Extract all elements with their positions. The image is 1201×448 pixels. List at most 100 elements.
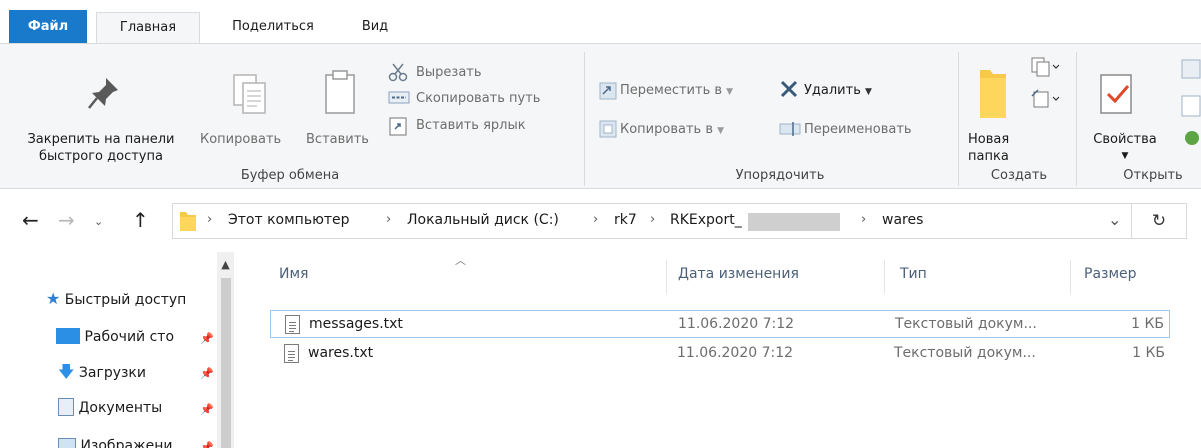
move-to-icon [599, 82, 617, 100]
chevron-down-icon: ▼ [1121, 151, 1129, 161]
ribbon-separator [584, 52, 585, 186]
nav-item-downloads[interactable]: 🡇 Загрузки [58, 359, 146, 385]
pinned-icon: 📌 [200, 367, 214, 380]
file-type: Текстовый докум... [894, 345, 1036, 361]
nav-item-label: Загрузки [78, 365, 146, 381]
ribbon: Закрепить на панели быстрого доступа Коп… [0, 43, 1201, 189]
delete-x-icon [780, 80, 798, 98]
pinned-icon: 📌 [200, 332, 214, 345]
pin-icon [88, 78, 118, 109]
nav-pane-scrollbar[interactable]: ▲ [217, 252, 234, 448]
address-bar[interactable]: › Этот компьютер › Локальный диск (C:) ›… [172, 203, 1132, 239]
scissors-icon [388, 63, 408, 82]
ribbon-separator [1076, 52, 1077, 186]
breadcrumb-separator-icon: › [207, 212, 213, 227]
rename-icon [779, 122, 801, 136]
tab-home[interactable]: Главная [96, 12, 200, 44]
rename-label: Переименовать [804, 122, 912, 137]
file-type: Текстовый докум... [895, 316, 1037, 332]
column-header-name[interactable]: Имя [279, 266, 308, 282]
open-group-label: Открыть [1123, 168, 1183, 183]
navigation-pane: ★ Быстрый доступ Рабочий сто 📌 🡇 Загрузк… [0, 252, 230, 448]
chevron-down-icon: ▼ [865, 87, 872, 97]
address-dropdown-chevron-icon[interactable]: ⌄ [1108, 210, 1121, 229]
column-divider[interactable] [1070, 260, 1071, 294]
pinned-icon: 📌 [200, 441, 214, 448]
forward-arrow-icon[interactable]: → [58, 208, 75, 232]
copy-icon [233, 74, 266, 114]
move-to-label: Переместить в [620, 83, 723, 98]
column-header-date-modified[interactable]: Дата изменения [678, 266, 799, 282]
file-date: 11.06.2020 7:12 [677, 345, 794, 361]
chevron-down-icon: ▼ [726, 87, 734, 97]
breadcrumb-separator-icon: › [861, 212, 867, 227]
nav-item-label: Документы [78, 400, 163, 416]
tab-file[interactable]: Файл [9, 10, 87, 44]
scrollbar-thumb[interactable] [221, 278, 231, 448]
up-arrow-icon[interactable]: ↑ [132, 208, 149, 232]
file-size: 1 КБ [1132, 345, 1165, 361]
file-size: 1 КБ [1131, 316, 1164, 332]
nav-item-quick-access[interactable]: ★ Быстрый доступ [46, 286, 186, 312]
ribbon-separator [958, 52, 959, 186]
copy-to-icon [599, 120, 617, 138]
breadcrumb-rk7[interactable]: rk7 [614, 212, 637, 228]
nav-item-label: Рабочий сто [84, 329, 175, 345]
pin-label-line2: быстрого доступа [39, 149, 163, 164]
documents-icon [58, 398, 74, 416]
column-header-type[interactable]: Тип [900, 266, 927, 282]
table-row[interactable]: wares.txt 11.06.2020 7:12 Текстовый доку… [270, 340, 1170, 368]
open-icon [1181, 59, 1201, 145]
navigation-bar: ← → ⌄ ↑ › Этот компьютер › Локальный дис… [0, 190, 1201, 252]
easy-access-icon [1031, 89, 1060, 108]
nav-item-desktop[interactable]: Рабочий сто [56, 324, 174, 350]
pinned-icon: 📌 [200, 403, 214, 416]
file-date: 11.06.2020 7:12 [678, 316, 795, 332]
file-name: wares.txt [308, 345, 374, 361]
paste-label: Вставить [306, 132, 369, 147]
breadcrumb-separator-icon: › [386, 212, 392, 227]
copy-path-icon [388, 91, 410, 104]
recent-locations-chevron-icon[interactable]: ⌄ [94, 210, 103, 234]
tab-view[interactable]: Вид [350, 12, 400, 44]
pictures-icon [58, 438, 76, 448]
organize-group-label: Упорядочить [735, 168, 825, 183]
breadcrumb-wares[interactable]: wares [882, 212, 923, 228]
breadcrumb-local-disk[interactable]: Локальный диск (C:) [407, 212, 559, 228]
folder-icon [180, 212, 196, 231]
tab-share[interactable]: Поделиться [214, 12, 332, 44]
file-name: messages.txt [309, 316, 403, 332]
text-file-icon [285, 315, 300, 334]
star-icon: ★ [46, 289, 61, 308]
refresh-icon[interactable]: ↻ [1132, 203, 1187, 239]
redacted-text [748, 213, 840, 231]
sort-ascending-icon: ︿ [455, 254, 466, 267]
column-divider[interactable] [884, 260, 885, 294]
nav-item-pictures[interactable]: Изображени [58, 433, 173, 448]
delete-label: Удалить [804, 83, 861, 98]
nav-item-documents[interactable]: Документы [58, 395, 162, 421]
new-folder-label-line1: Новая [968, 132, 1010, 147]
table-row[interactable]: messages.txt 11.06.2020 7:12 Текстовый д… [270, 310, 1170, 338]
create-group-label: Создать [990, 168, 1048, 183]
clipboard-group-label: Буфер обмена [240, 168, 340, 183]
column-header-size[interactable]: Размер [1084, 266, 1137, 282]
cut-label: Вырезать [416, 65, 482, 80]
file-list: ︿ Имя Дата изменения Тип Размер messages… [234, 252, 1201, 448]
nav-item-label: Изображени [80, 438, 173, 448]
breadcrumb-rkexport[interactable]: RKExport_ [670, 212, 742, 228]
back-arrow-icon[interactable]: ← [22, 208, 39, 232]
chevron-down-icon: ▼ [717, 126, 725, 136]
scroll-up-arrow-icon[interactable]: ▲ [217, 258, 234, 271]
folder-icon [980, 70, 1006, 118]
copy-path-label: Скопировать путь [416, 91, 541, 106]
new-item-icon [1031, 57, 1060, 77]
text-file-icon [284, 344, 299, 363]
breadcrumb-separator-icon: › [593, 212, 599, 227]
nav-item-label: Быстрый доступ [64, 292, 187, 308]
column-divider[interactable] [666, 260, 667, 294]
paste-shortcut-label: Вставить ярлык [416, 118, 526, 133]
breadcrumb-this-pc[interactable]: Этот компьютер [228, 212, 350, 228]
download-icon: 🡇 [58, 362, 75, 381]
properties-label: Свойства [1093, 132, 1157, 147]
